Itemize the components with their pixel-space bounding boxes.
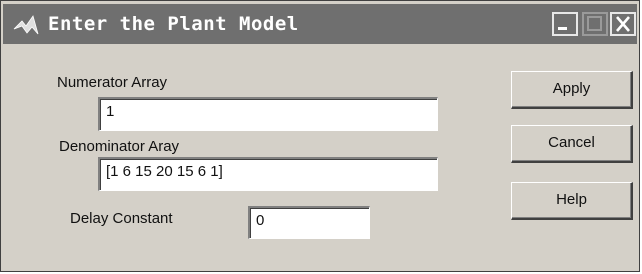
close-button[interactable] bbox=[610, 12, 636, 36]
dialog-window: Enter the Plant Model Numerator Array 1 … bbox=[0, 0, 640, 272]
denominator-input[interactable]: [1 6 15 20 15 6 1] bbox=[98, 157, 438, 191]
apply-button[interactable]: Apply bbox=[511, 71, 633, 109]
matlab-logo-icon bbox=[13, 15, 39, 35]
minimize-icon bbox=[558, 27, 567, 30]
maximize-button[interactable] bbox=[582, 12, 608, 36]
title-bar[interactable]: Enter the Plant Model bbox=[3, 4, 637, 44]
minimize-button[interactable] bbox=[552, 12, 578, 36]
numerator-label: Numerator Array bbox=[57, 74, 168, 91]
delay-input[interactable]: 0 bbox=[248, 206, 370, 239]
numerator-input[interactable]: 1 bbox=[98, 97, 438, 131]
cancel-button[interactable]: Cancel bbox=[511, 125, 633, 163]
denominator-label: Denominator Aray bbox=[59, 138, 180, 155]
help-button[interactable]: Help bbox=[511, 182, 633, 220]
maximize-icon bbox=[587, 16, 602, 31]
close-icon bbox=[616, 16, 630, 32]
delay-label: Delay Constant bbox=[70, 210, 173, 227]
window-title: Enter the Plant Model bbox=[48, 13, 299, 35]
